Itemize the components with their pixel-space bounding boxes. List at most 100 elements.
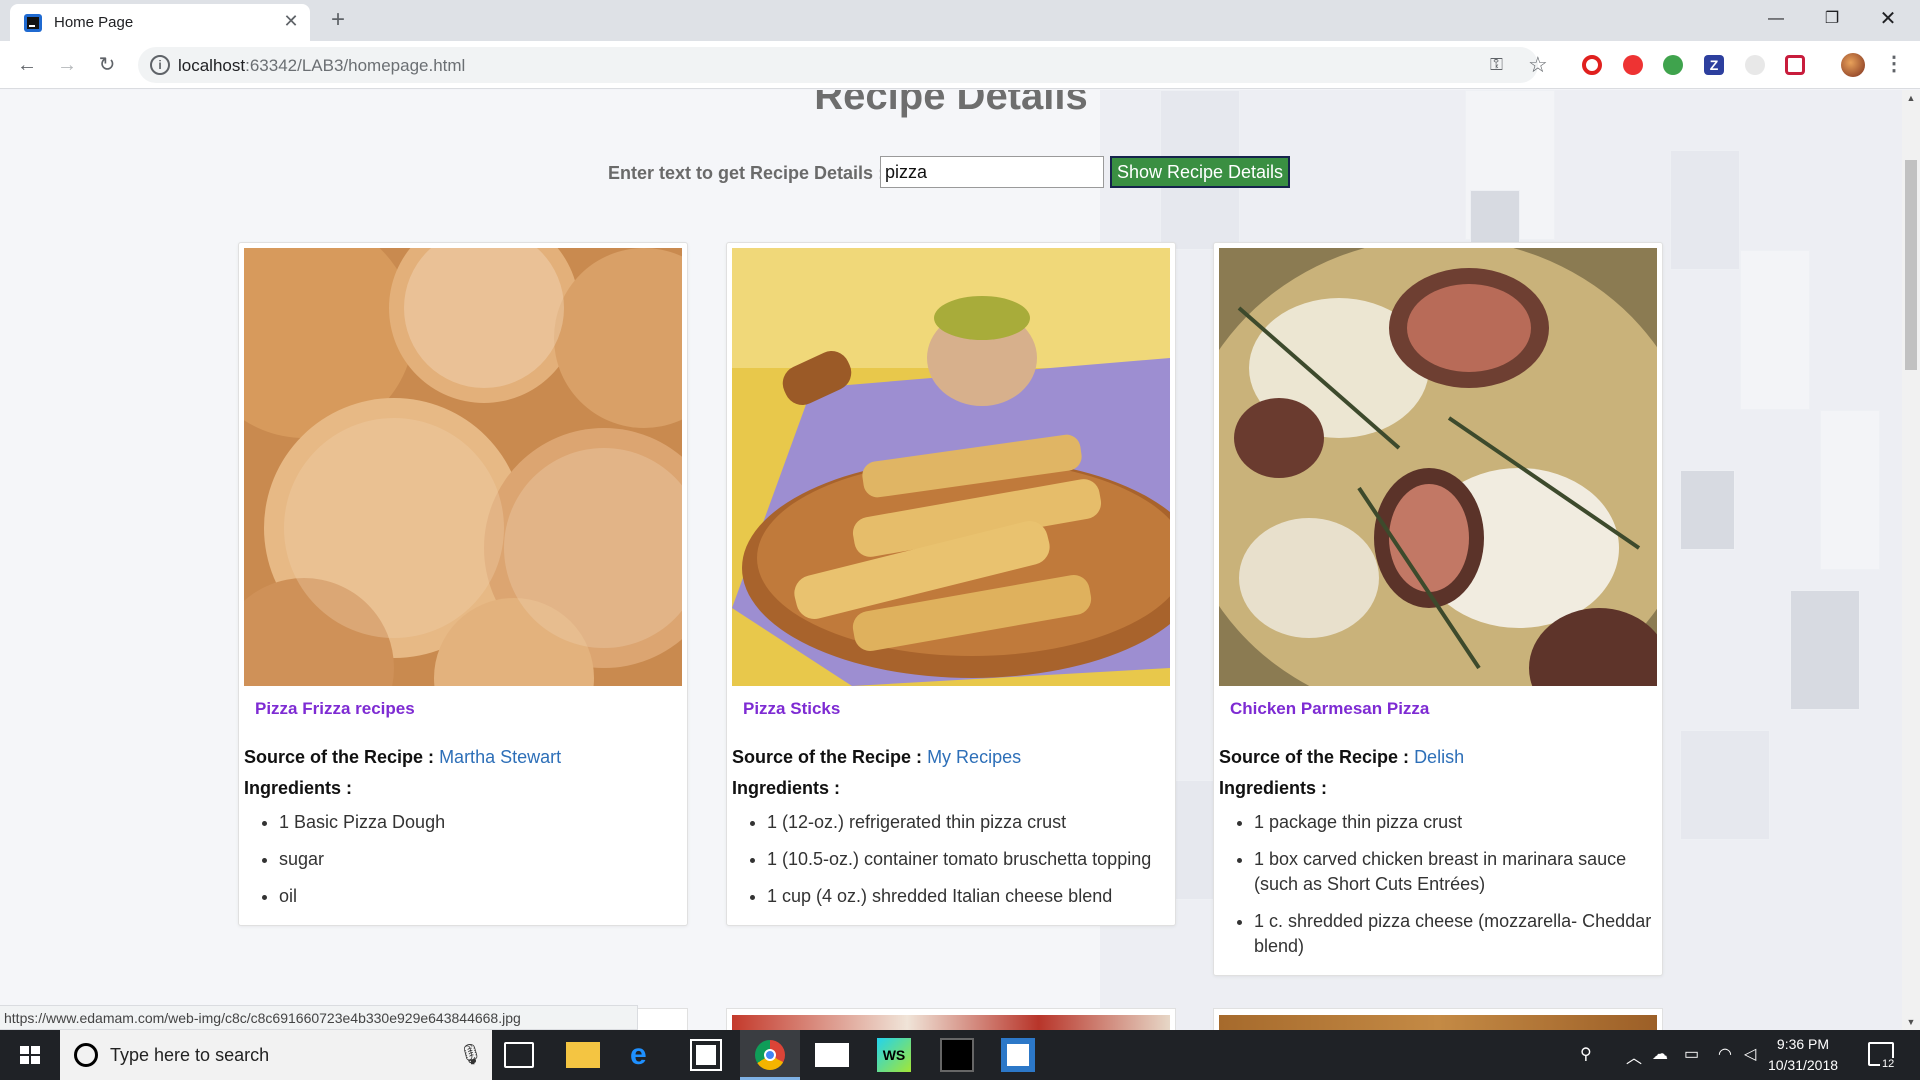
restore-icon[interactable]: ❐: [1804, 0, 1860, 38]
wifi-icon[interactable]: ◠: [1718, 1044, 1732, 1064]
ingredient-item: 1 package thin pizza crust: [1254, 810, 1654, 835]
background-cube: [1680, 470, 1735, 550]
ingredient-item: 1 Basic Pizza Dough: [279, 810, 679, 835]
recipe-card: Pizza Frizza recipes Source of the Recip…: [238, 242, 688, 926]
taskbar-search-placeholder: Type here to search: [110, 1045, 270, 1065]
show-recipe-details-button[interactable]: Show Recipe Details: [1110, 156, 1290, 188]
recipe-image-fig-pizza[interactable]: [1219, 248, 1657, 686]
file-explorer-icon[interactable]: [566, 1042, 600, 1068]
recipe-card: Pizza Sticks Source of the Recipe : My R…: [726, 242, 1176, 926]
link-status-bar: https://www.edamam.com/web-img/c8c/c8c69…: [0, 1005, 638, 1030]
recipe-card: Chicken Parmesan Pizza Source of the Rec…: [1213, 242, 1663, 976]
recipe-source: Source of the Recipe : Delish: [1219, 747, 1465, 767]
mail-icon[interactable]: [815, 1043, 849, 1067]
recipe-source: Source of the Recipe : My Recipes: [732, 747, 1022, 767]
chrome-icon-center: [764, 1049, 776, 1061]
ingredients-heading: Ingredients :: [1219, 778, 1328, 798]
page-title: Recipe Details: [814, 90, 1088, 118]
browser-toolbar: ← → ↻ i localhost:63342/LAB3/homepage.ht…: [0, 41, 1920, 89]
window-close-icon[interactable]: ✕: [1860, 0, 1916, 38]
ingredient-list: 1 Basic Pizza Dough sugar oil: [279, 810, 679, 921]
tab-title: Home Page: [54, 14, 134, 31]
recipe-card-partial: [726, 1008, 1176, 1030]
recipe-title-link[interactable]: Chicken Parmesan Pizza: [1230, 699, 1429, 719]
webstorm-icon[interactable]: WS: [877, 1038, 911, 1072]
scroll-thumb[interactable]: [1905, 160, 1917, 370]
recipe-source: Source of the Recipe : Martha Stewart: [244, 747, 562, 767]
recipe-image-zeppole[interactable]: [244, 248, 682, 686]
people-icon[interactable]: ⚲: [1580, 1044, 1592, 1064]
taskbar-clock[interactable]: 9:36 PM 10/31/2018: [1760, 1034, 1846, 1076]
search-label: Enter text to get Recipe Details :: [608, 163, 885, 183]
clock-time: 9:36 PM: [1776, 1036, 1830, 1052]
source-link[interactable]: My Recipes: [927, 747, 1021, 767]
store-icon[interactable]: [690, 1039, 722, 1071]
recipe-title-link[interactable]: Pizza Frizza recipes: [255, 699, 415, 719]
menu-dots-icon[interactable]: ⋮: [1884, 51, 1904, 76]
scroll-down-icon[interactable]: ▼: [1902, 1014, 1920, 1030]
task-view-icon[interactable]: [504, 1042, 534, 1068]
ingredient-item: 1 box carved chicken breast in marinara …: [1254, 847, 1654, 897]
taskbar-search-box[interactable]: Type here to search 🎙: [60, 1030, 492, 1080]
scroll-up-icon[interactable]: ▲: [1902, 90, 1920, 106]
ingredients-heading: Ingredients :: [732, 778, 841, 798]
windows-start-icon[interactable]: [0, 1030, 60, 1080]
volume-icon[interactable]: ◁: [1744, 1044, 1756, 1064]
gray-extension-icon[interactable]: [1745, 55, 1765, 75]
ingredient-item: 1 c. shredded pizza cheese (mozzarella- …: [1254, 909, 1654, 959]
ingredient-item: oil: [279, 884, 679, 909]
app-icon[interactable]: [1001, 1038, 1035, 1072]
ingredient-item: sugar: [279, 847, 679, 872]
close-tab-icon[interactable]: ✕: [280, 10, 302, 32]
taskbar: Type here to search 🎙 e WS ⚲ ︿ ☁ ▭ ◠ ◁ 9…: [0, 1030, 1920, 1080]
new-tab-icon[interactable]: +: [324, 6, 352, 34]
opera-extension-icon[interactable]: [1582, 55, 1602, 75]
ingredients-heading: Ingredients :: [244, 778, 353, 798]
bookmark-star-icon[interactable]: ☆: [1528, 52, 1548, 78]
show-hidden-icons-icon[interactable]: ︿: [1626, 1044, 1642, 1068]
notification-count: 12: [1880, 1058, 1897, 1070]
page-scrollbar[interactable]: ▲ ▼: [1902, 90, 1920, 1030]
tab-strip: Home Page ✕ + — ❐ ✕: [0, 0, 1920, 41]
recipe-image-pizza-sticks[interactable]: [732, 248, 1170, 686]
source-link[interactable]: Martha Stewart: [439, 747, 561, 767]
pocket-extension-icon[interactable]: [1785, 55, 1805, 75]
tab-home-page[interactable]: Home Page ✕: [10, 4, 310, 41]
key-icon[interactable]: ⚿: [1490, 55, 1503, 75]
recipe-card-partial: [1213, 1008, 1663, 1030]
recipe-title-link[interactable]: Pizza Sticks: [743, 699, 840, 719]
ingredient-item: 1 (12-oz.) refrigerated thin pizza crust: [767, 810, 1167, 835]
minimize-icon[interactable]: —: [1748, 0, 1804, 38]
reload-icon[interactable]: ↻: [93, 51, 121, 79]
forward-icon[interactable]: →: [53, 51, 81, 79]
recipe-image-partial[interactable]: [732, 1015, 1170, 1030]
clock-date: 10/31/2018: [1767, 1057, 1839, 1073]
site-info-icon[interactable]: i: [150, 55, 170, 75]
ingredient-item: 1 cup (4 oz.) shredded Italian cheese bl…: [767, 884, 1167, 909]
terminal-icon[interactable]: [940, 1038, 974, 1072]
microphone-icon[interactable]: 🎙: [458, 1042, 483, 1067]
battery-icon[interactable]: ▭: [1684, 1044, 1699, 1064]
ingredient-item: 1 (10.5-oz.) container tomato bruschetta…: [767, 847, 1167, 872]
edge-icon[interactable]: e: [630, 1038, 664, 1072]
recipe-image-partial[interactable]: [1219, 1015, 1657, 1030]
page-viewport: Recipe Details Enter text to get Recipe …: [0, 90, 1902, 1030]
profile-avatar[interactable]: [1841, 53, 1865, 77]
onedrive-icon[interactable]: ☁: [1652, 1044, 1668, 1064]
cortana-icon: [74, 1043, 98, 1067]
address-bar[interactable]: i localhost:63342/LAB3/homepage.html ⚿ ☆: [138, 47, 1548, 83]
background-cube: [1680, 730, 1770, 840]
source-link[interactable]: Delish: [1414, 747, 1464, 767]
ingredient-list: 1 package thin pizza crust 1 box carved …: [1254, 810, 1654, 971]
play-extension-icon[interactable]: [1623, 55, 1643, 75]
search-row: Enter text to get Recipe Details : Show …: [0, 156, 1902, 190]
green-extension-icon[interactable]: [1663, 55, 1683, 75]
chrome-taskbar-active[interactable]: [740, 1030, 800, 1080]
back-icon[interactable]: ←: [13, 51, 41, 79]
url-text[interactable]: localhost:63342/LAB3/homepage.html: [178, 56, 465, 76]
ingredient-list: 1 (12-oz.) refrigerated thin pizza crust…: [767, 810, 1167, 921]
background-cube: [1470, 190, 1520, 250]
z-extension-icon[interactable]: Z: [1704, 55, 1724, 75]
background-cube: [1790, 590, 1860, 710]
recipe-search-input[interactable]: [880, 156, 1104, 188]
